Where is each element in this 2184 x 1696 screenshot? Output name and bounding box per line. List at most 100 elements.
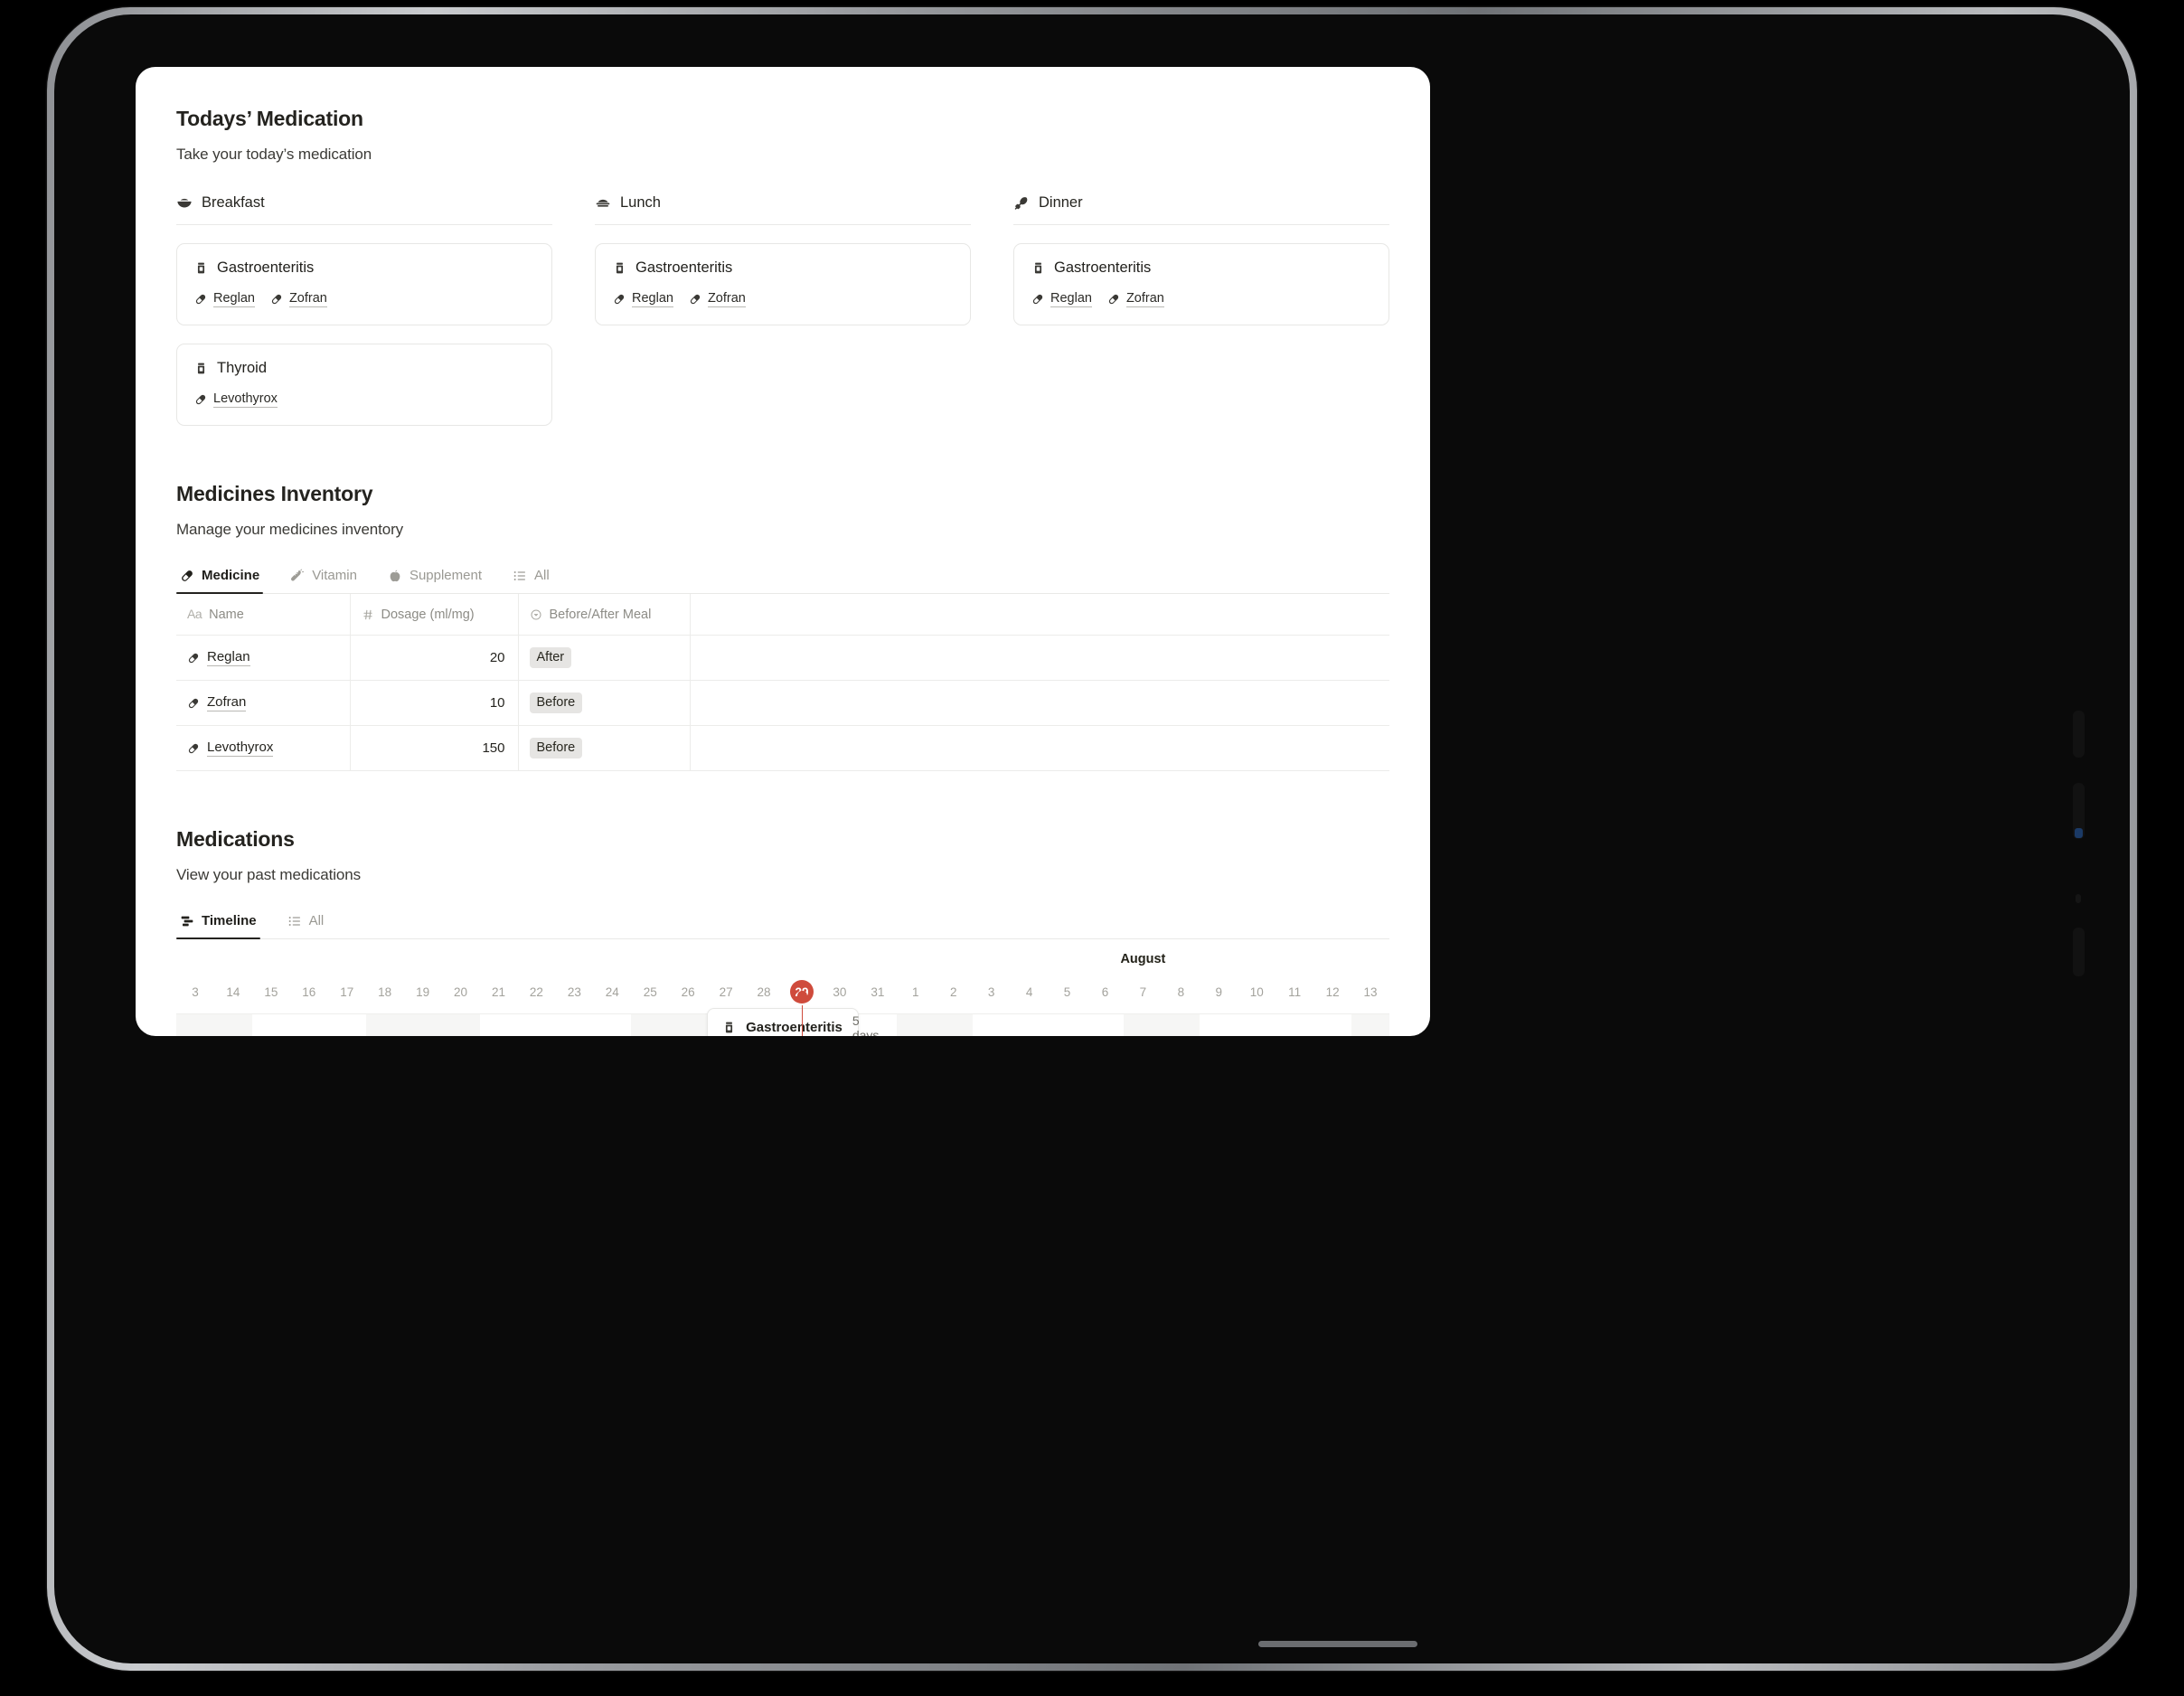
timeline-month-text: August — [1120, 952, 1166, 966]
timeline-day[interactable]: 28 — [745, 985, 783, 999]
timeline-day[interactable]: 11 — [1276, 985, 1313, 999]
medicine-link[interactable]: Reglan — [613, 291, 673, 307]
cell-dosage[interactable]: 150 — [350, 725, 519, 771]
status-badge: After — [529, 647, 572, 668]
tab-supplement[interactable]: Supplement — [384, 562, 485, 593]
table-row[interactable]: Zofran 10 Before — [176, 680, 1389, 726]
capsule-icon — [187, 652, 200, 664]
medicine-name: Zofran — [288, 291, 327, 307]
tab-timeline[interactable]: Timeline — [176, 908, 260, 939]
timeline-day[interactable]: 8 — [1162, 985, 1200, 999]
inventory-subtitle: Manage your medicines inventory — [176, 521, 404, 538]
medicine-link[interactable]: Reglan — [1031, 291, 1092, 307]
timeline-day[interactable]: 23 — [555, 985, 593, 999]
medicine-name: Levothyrox — [207, 740, 274, 757]
timeline-day[interactable]: 25 — [631, 985, 669, 999]
drumstick-icon — [1013, 195, 1030, 212]
timeline-day[interactable]: 4 — [1011, 985, 1049, 999]
timeline-day[interactable]: 15 — [252, 985, 290, 999]
timeline-day[interactable]: 12 — [1313, 985, 1351, 999]
timeline-day[interactable]: 14 — [214, 985, 252, 999]
cell-dosage[interactable]: 10 — [350, 680, 519, 726]
pill-bottle-icon — [722, 1021, 736, 1034]
timeline-day[interactable]: 6 — [1087, 985, 1125, 999]
status-badge: Before — [529, 738, 583, 758]
medication-card[interactable]: Gastroenteritis Reglan Zofran — [595, 243, 971, 325]
timeline-bar-duration: 5 days — [852, 1013, 880, 1037]
tab-vitamin[interactable]: Vitamin — [287, 562, 361, 593]
timeline-track: Gastroenteritis 5 days — [176, 991, 1389, 1036]
timeline-cell — [555, 1014, 593, 1036]
cell-meal-timing[interactable]: Before — [518, 680, 691, 726]
timeline-day[interactable]: 20 — [442, 985, 480, 999]
cell-name[interactable]: Levothyrox — [176, 725, 351, 771]
medicine-link[interactable]: Reglan — [194, 291, 255, 307]
tab-medicine[interactable]: Medicine — [176, 562, 264, 594]
timeline-day[interactable]: 21 — [480, 985, 518, 999]
timeline-day[interactable]: 22 — [517, 985, 555, 999]
timeline-day[interactable]: 13 — [1351, 985, 1389, 999]
tab-label: Vitamin — [312, 568, 357, 583]
timeline-day-label: 8 — [1177, 985, 1185, 999]
medicine-link[interactable]: Zofran — [689, 291, 746, 307]
timeline-day[interactable]: 3 — [973, 985, 1011, 999]
timeline-day-label: 28 — [757, 985, 771, 999]
volume-up-button[interactable] — [2073, 711, 2085, 758]
number-type-icon — [362, 608, 374, 621]
column-header-dosage-ml-mg[interactable]: Dosage (ml/mg) — [350, 594, 519, 636]
medicine-link[interactable]: Zofran — [1107, 291, 1164, 307]
medication-card[interactable]: Thyroid Levothyrox — [176, 344, 552, 426]
column-header-name[interactable]: Aa Name — [176, 594, 351, 636]
timeline-day[interactable]: 3 — [176, 985, 214, 999]
meal-header: Breakfast — [176, 194, 552, 225]
timeline-day[interactable]: 10 — [1238, 985, 1276, 999]
timeline-day[interactable]: 16 — [290, 985, 328, 999]
medication-card[interactable]: Gastroenteritis Reglan Zofran — [176, 243, 552, 325]
tab-all[interactable]: All — [284, 908, 328, 938]
timeline-day[interactable]: 31 — [859, 985, 897, 999]
timeline-day[interactable]: 18 — [366, 985, 404, 999]
page-subtitle: Take your today’s medication — [176, 146, 372, 163]
medicine-name: Zofran — [707, 291, 746, 307]
list-icon — [287, 914, 302, 928]
medicine-name: Reglan — [207, 649, 250, 666]
timeline-day[interactable]: 7 — [1124, 985, 1162, 999]
cell-meal-timing[interactable]: After — [518, 635, 691, 681]
meal-column-breakfast: Breakfast Gastroenteritis Reglan Zofran Thyr… — [176, 194, 552, 426]
cell-meal-timing[interactable]: Before — [518, 725, 691, 771]
table-row[interactable]: Reglan 20 After — [176, 635, 1389, 681]
apple-icon — [388, 569, 402, 583]
timeline-day[interactable]: 9 — [1200, 985, 1238, 999]
timeline-day[interactable]: 19 — [404, 985, 442, 999]
timeline-day[interactable]: 24 — [593, 985, 631, 999]
cell-name[interactable]: Reglan — [176, 635, 351, 681]
medication-card[interactable]: Gastroenteritis Reglan Zofran — [1013, 243, 1389, 325]
power-button[interactable] — [2073, 928, 2085, 976]
medicine-link[interactable]: Levothyrox — [194, 391, 278, 408]
timeline-cell — [1238, 1014, 1276, 1036]
medicine-link[interactable]: Zofran — [270, 291, 327, 307]
timeline-day[interactable]: 26 — [669, 985, 707, 999]
status-badge: Before — [529, 693, 583, 713]
cell-name[interactable]: Zofran — [176, 680, 351, 726]
timeline-day[interactable]: 17 — [328, 985, 366, 999]
meal-title: Breakfast — [202, 194, 265, 211]
timeline-day-label: 30 — [833, 985, 847, 999]
tab-all[interactable]: All — [509, 562, 553, 593]
timeline-day[interactable]: 1 — [897, 985, 935, 999]
timeline-day-label: 20 — [454, 985, 468, 999]
cell-dosage[interactable]: 20 — [350, 635, 519, 681]
timeline-day[interactable]: 30 — [821, 985, 859, 999]
medicines-inventory-section: Medicines Inventory Manage your medicine… — [176, 482, 1389, 771]
select-type-icon — [530, 608, 542, 621]
column-header-before-after-meal[interactable]: Before/After Meal — [518, 594, 691, 636]
table-row[interactable]: Levothyrox 150 Before — [176, 725, 1389, 771]
timeline-day[interactable]: 2 — [935, 985, 973, 999]
timeline-current-day-line — [797, 991, 807, 1036]
inventory-tabs: Medicine Vitamin Supplement All — [176, 562, 1389, 594]
timeline-bar[interactable]: Gastroenteritis 5 days — [707, 1008, 879, 1036]
timeline-day-label: 7 — [1139, 985, 1147, 999]
timeline-day[interactable]: 5 — [1049, 985, 1087, 999]
timeline-day[interactable]: 27 — [707, 985, 745, 999]
tablet-frame: Todays’ Medication Take your today’s med… — [47, 7, 2137, 1671]
